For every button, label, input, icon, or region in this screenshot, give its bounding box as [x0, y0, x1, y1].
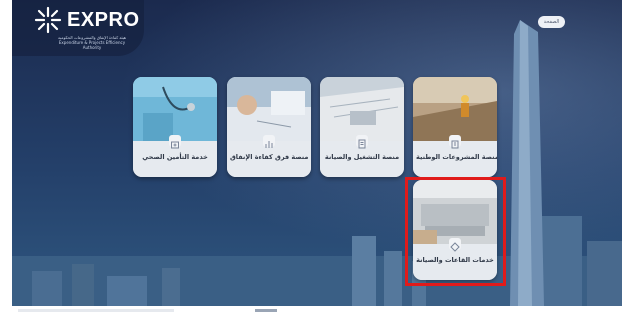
expro-logo-icon [34, 6, 62, 34]
building-icon [449, 135, 461, 149]
logo-panel: EXPRO هيئة كفاءة الإنفاق والمشروعات الحك… [12, 0, 144, 56]
card-label: خدمة التأمين الصحي [142, 153, 208, 161]
card-spending-efficiency[interactable]: منصة فرق كفاءة الإنفاق [227, 77, 311, 177]
tower-building [510, 20, 544, 306]
card-photo [227, 77, 311, 141]
selection-highlight [405, 177, 506, 286]
logo-text: EXPRO [67, 9, 140, 31]
medical-icon [169, 135, 181, 149]
card-label: منصة المشروعات الوطنية [416, 153, 497, 161]
app-frame: EXPRO هيئة كفاءة الإنفاق والمشروعات الحك… [12, 0, 622, 306]
chart-icon [263, 135, 275, 148]
card-photo [320, 77, 404, 141]
card-photo [413, 77, 497, 141]
card-health-insurance[interactable]: خدمة التأمين الصحي [133, 77, 217, 177]
card-operations-maintenance[interactable]: منصة التشغيل والصيانة [320, 77, 404, 177]
logo-subtitle: هيئة كفاءة الإنفاق والمشروعات الحكومية E… [57, 35, 127, 50]
card-label: منصة فرق كفاءة الإنفاق [230, 153, 309, 161]
card-label: منصة التشغيل والصيانة [324, 153, 400, 161]
document-icon [356, 135, 368, 149]
card-photo [133, 77, 217, 141]
home-button[interactable]: الصفحة [538, 16, 565, 28]
card-national-projects[interactable]: منصة المشروعات الوطنية [413, 77, 497, 177]
